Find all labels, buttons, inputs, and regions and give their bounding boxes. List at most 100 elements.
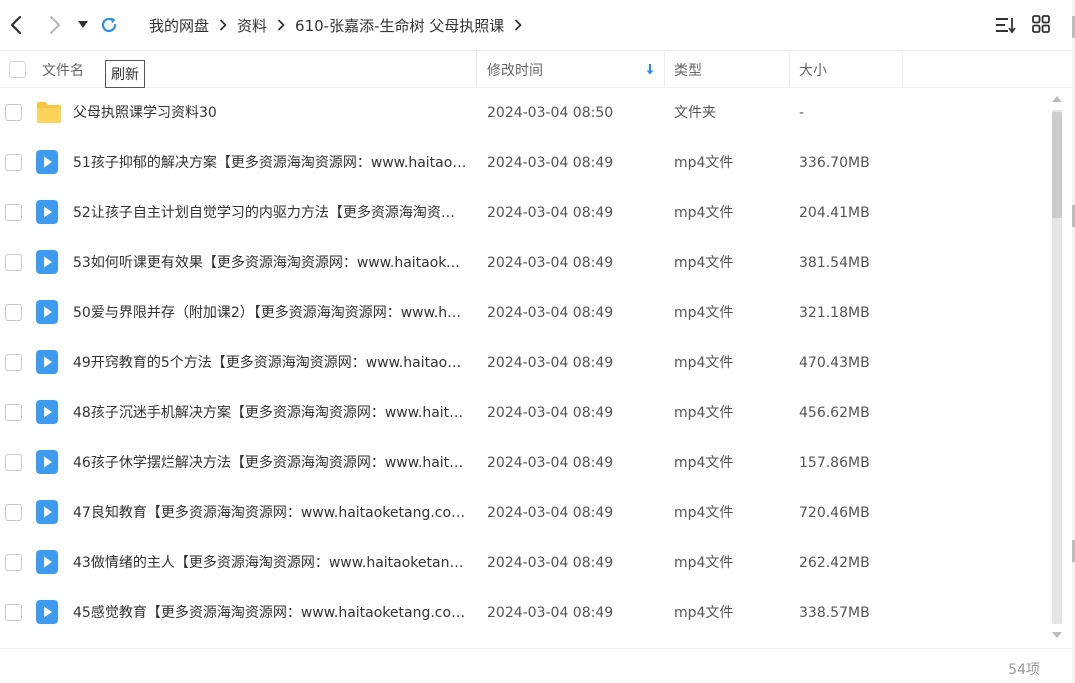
breadcrumb-item-current-folder[interactable]: 610-张嘉添-生命树 父母执照课: [295, 15, 504, 36]
history-dropdown-button[interactable]: [76, 18, 90, 32]
file-modified-date: 2024-03-04 08:49: [487, 155, 614, 171]
column-divider[interactable]: [664, 51, 665, 88]
video-file-icon: [36, 450, 60, 474]
file-type: mp4文件: [674, 505, 734, 521]
row-checkbox[interactable]: [5, 404, 22, 421]
column-header-type[interactable]: 类型: [674, 51, 702, 88]
column-divider[interactable]: [476, 51, 477, 88]
folder-icon: [36, 100, 61, 124]
file-name: 51孩子抑郁的解决方案【更多资源海淘资源网：www.haitaoketang..…: [73, 155, 468, 171]
file-name: 50爱与界限并存（附加课2）【更多资源海淘资源网：www.haitao...: [73, 305, 468, 321]
breadcrumb-item-materials[interactable]: 资料: [237, 15, 267, 36]
scroll-down-arrow-icon[interactable]: [1051, 630, 1063, 640]
file-size: 470.43MB: [799, 355, 870, 371]
sort-list-icon: [996, 18, 1016, 34]
file-type: mp4文件: [674, 255, 734, 271]
video-file-icon: [36, 350, 60, 374]
file-modified-date: 2024-03-04 08:49: [487, 205, 614, 221]
file-modified-date: 2024-03-04 08:49: [487, 455, 614, 471]
video-file-icon: [36, 600, 60, 624]
file-size: 204.41MB: [799, 205, 870, 221]
file-row[interactable]: 43做情绪的主人【更多资源海淘资源网：www.haitaoketang.com】…: [0, 538, 1048, 588]
file-row[interactable]: 45感觉教育【更多资源海淘资源网：www.haitaoketang.com】 20…: [0, 588, 1048, 638]
sort-button[interactable]: [995, 15, 1017, 39]
toolbar: 我的网盘 资料 610-张嘉添-生命树 父母执照课: [0, 0, 1075, 50]
row-checkbox[interactable]: [5, 504, 22, 521]
file-type: mp4文件: [674, 305, 734, 321]
vertical-scrollbar[interactable]: [1049, 90, 1065, 646]
select-all-checkbox-cell: [9, 51, 26, 88]
file-type: mp4文件: [674, 205, 734, 221]
forward-button[interactable]: [45, 14, 65, 36]
file-row[interactable]: 48孩子沉迷手机解决方案【更多资源海淘资源网：www.haitaoket... 2…: [0, 388, 1048, 438]
scroll-up-arrow-icon[interactable]: [1051, 94, 1063, 104]
column-header-size[interactable]: 大小: [799, 51, 827, 88]
video-file-icon: [36, 250, 60, 274]
file-name: 52让孩子自主计划自觉学习的内驱力方法【更多资源海淘资源网...: [73, 205, 468, 221]
row-checkbox[interactable]: [5, 454, 22, 471]
file-type: mp4文件: [674, 355, 734, 371]
file-size: 720.46MB: [799, 505, 870, 521]
chevron-right-icon: [49, 15, 61, 35]
file-modified-date: 2024-03-04 08:49: [487, 405, 614, 421]
file-size: 381.54MB: [799, 255, 870, 271]
file-list-header: 文件名 修改时间 类型 大小: [0, 50, 1072, 88]
refresh-button[interactable]: [98, 14, 120, 36]
row-checkbox[interactable]: [5, 154, 22, 171]
row-checkbox[interactable]: [5, 254, 22, 271]
video-file-icon: [36, 550, 60, 574]
file-row[interactable]: 52让孩子自主计划自觉学习的内驱力方法【更多资源海淘资源网... 2024-03-…: [0, 188, 1048, 238]
refresh-tooltip: 刷新: [105, 60, 145, 88]
file-modified-date: 2024-03-04 08:50: [487, 105, 614, 121]
row-checkbox[interactable]: [5, 554, 22, 571]
file-name: 43做情绪的主人【更多资源海淘资源网：www.haitaoketang.com】: [73, 555, 468, 571]
file-row[interactable]: 51孩子抑郁的解决方案【更多资源海淘资源网：www.haitaoketang..…: [0, 138, 1048, 188]
file-row[interactable]: 46孩子休学摆烂解决方法【更多资源海淘资源网：www.haitaoket... 2…: [0, 438, 1048, 488]
file-modified-date: 2024-03-04 08:49: [487, 355, 614, 371]
file-row[interactable]: 49开窍教育的5个方法【更多资源海淘资源网：www.haitaoketang..…: [0, 338, 1048, 388]
chevron-left-icon: [10, 15, 22, 35]
file-type: mp4文件: [674, 155, 734, 171]
row-checkbox[interactable]: [5, 304, 22, 321]
file-size: 321.18MB: [799, 305, 870, 321]
file-name: 47良知教育【更多资源海淘资源网：www.haitaoketang.com】: [73, 505, 468, 521]
back-button[interactable]: [6, 14, 26, 36]
file-row[interactable]: 53如何听课更有效果【更多资源海淘资源网：www.haitaoketang...…: [0, 238, 1048, 288]
scroll-thumb[interactable]: [1052, 112, 1062, 218]
column-divider[interactable]: [789, 51, 790, 88]
video-file-icon: [36, 500, 60, 524]
column-divider[interactable]: [902, 51, 903, 88]
row-checkbox[interactable]: [5, 204, 22, 221]
breadcrumb-item-my-drive[interactable]: 我的网盘: [149, 15, 209, 36]
row-checkbox[interactable]: [5, 104, 22, 121]
column-header-name[interactable]: 文件名: [42, 51, 84, 88]
file-modified-date: 2024-03-04 08:49: [487, 505, 614, 521]
file-list: 父母执照课学习资料30 2024-03-04 08:50 文件夹 - 51孩子抑郁的解决…: [0, 88, 1048, 648]
file-name: 53如何听课更有效果【更多资源海淘资源网：www.haitaoketang...: [73, 255, 468, 271]
file-modified-date: 2024-03-04 08:49: [487, 605, 614, 621]
file-row[interactable]: 50爱与界限并存（附加课2）【更多资源海淘资源网：www.haitao... 20…: [0, 288, 1048, 338]
file-row[interactable]: 父母执照课学习资料30 2024-03-04 08:50 文件夹 -: [0, 88, 1048, 138]
item-count: 54项: [1008, 662, 1040, 678]
file-type: mp4文件: [674, 605, 734, 621]
file-name: 48孩子沉迷手机解决方案【更多资源海淘资源网：www.haitaoket...: [73, 405, 468, 421]
row-checkbox[interactable]: [5, 354, 22, 371]
file-size: 456.62MB: [799, 405, 870, 421]
file-type: mp4文件: [674, 455, 734, 471]
file-size: -: [799, 105, 805, 121]
sort-desc-arrow-icon: [645, 51, 655, 88]
video-file-icon: [36, 150, 60, 174]
column-header-modified[interactable]: 修改时间: [487, 51, 543, 88]
caret-down-icon: [78, 21, 88, 28]
grid-icon: [1032, 15, 1050, 33]
file-row[interactable]: 47良知教育【更多资源海淘资源网：www.haitaoketang.com】 20…: [0, 488, 1048, 538]
file-modified-date: 2024-03-04 08:49: [487, 255, 614, 271]
breadcrumb: 我的网盘 资料 610-张嘉添-生命树 父母执照课: [149, 0, 532, 50]
select-all-checkbox[interactable]: [9, 61, 26, 78]
grid-view-button[interactable]: [1032, 15, 1050, 37]
file-name: 父母执照课学习资料30: [73, 105, 217, 121]
row-checkbox[interactable]: [5, 604, 22, 621]
video-file-icon: [36, 400, 60, 424]
video-file-icon: [36, 200, 60, 224]
file-type: mp4文件: [674, 405, 734, 421]
